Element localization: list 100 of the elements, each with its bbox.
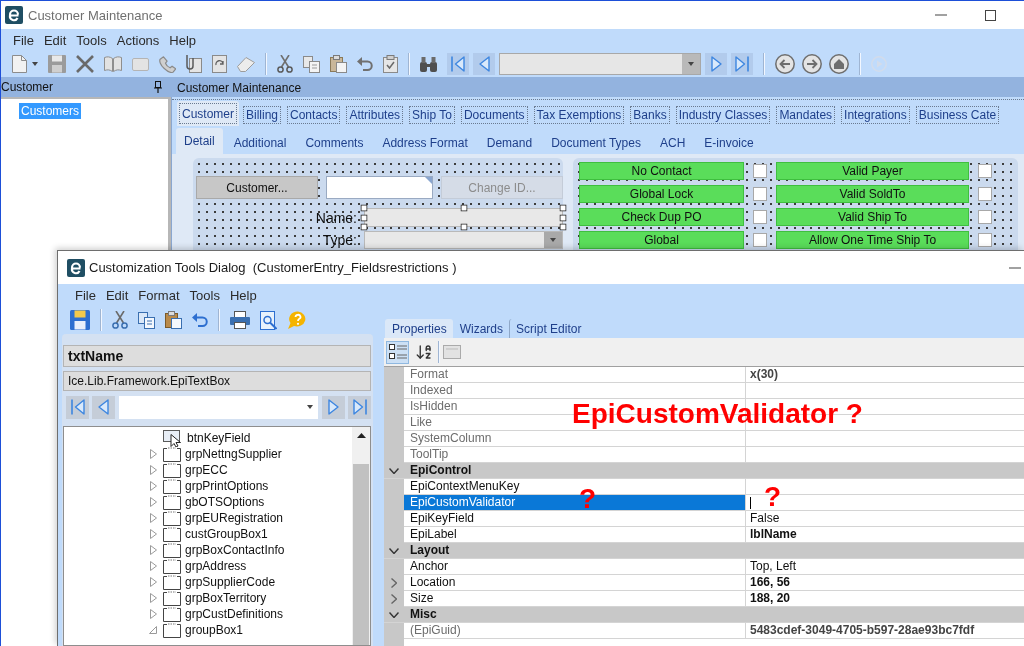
menu-item[interactable]: File [13,32,34,48]
menu-item[interactable]: File [75,287,96,303]
paste-icon[interactable] [165,311,182,329]
first-record-button[interactable] [447,53,469,75]
dropdown-button[interactable] [682,54,700,74]
document-refresh-icon[interactable] [212,55,227,73]
flag-button[interactable]: Valid Ship To [776,208,969,226]
tab[interactable]: Banks [628,104,672,126]
tab[interactable]: Industry Classes [673,104,773,126]
checkbox[interactable] [753,164,767,178]
chevron-down-icon[interactable] [389,547,399,554]
scroll-thumb[interactable] [353,464,369,645]
pin-icon[interactable] [154,81,162,93]
previous-control-button[interactable] [92,395,115,419]
tree-item[interactable]: grpECC [185,463,228,477]
tree-item[interactable]: grpEURegistration [185,511,284,525]
property-name[interactable]: EpiLabel [404,527,463,542]
expand-arrow-icon[interactable] [149,577,157,587]
help-icon[interactable] [287,311,307,329]
resize-handle-icon[interactable] [360,223,368,231]
flag-button[interactable]: Valid SoldTo [776,185,969,203]
tree-item[interactable]: grpPrintOptions [185,479,269,493]
tree-item[interactable]: grpBoxContactInfo [185,543,285,557]
expand-arrow-icon[interactable] [149,593,157,603]
tree-item[interactable]: grpBoxTerritory [185,591,267,605]
property-name[interactable]: ToolTip [404,447,455,462]
checkbox[interactable] [978,233,992,247]
flag-button[interactable]: Global [579,231,744,249]
tree-item[interactable]: grpNettngSupplier [185,447,282,461]
input-field[interactable] [364,208,563,227]
tab[interactable]: Demand [478,132,541,154]
paste-icon[interactable] [330,55,347,73]
property-name[interactable]: Indexed [404,383,459,398]
tab[interactable]: Wizards [452,319,510,338]
paperclip-document-icon[interactable] [186,55,202,73]
view-button[interactable] [386,340,409,364]
resize-handle-icon[interactable] [559,223,567,231]
binoculars-icon[interactable] [420,56,437,72]
expand-arrow-icon[interactable] [149,497,157,507]
menu-item[interactable]: Help [169,32,197,48]
tab[interactable]: E-invoice [696,132,762,154]
flag-button[interactable]: Valid Payer [776,162,969,180]
chevron-down-icon[interactable] [389,611,399,618]
tab[interactable]: Detail [176,128,223,154]
save-icon[interactable] [70,310,90,330]
scrollbar[interactable] [352,427,370,645]
control-select-field[interactable] [119,395,318,419]
expand-arrow-icon[interactable] [149,465,157,475]
copy-icon[interactable] [303,55,320,73]
expand-arrow-icon[interactable] [149,449,157,459]
tab[interactable]: Billing [241,104,284,126]
chevron-down-icon[interactable] [389,467,399,474]
tab[interactable]: Contacts [285,104,343,126]
flag-button[interactable]: Check Dup PO [579,208,744,226]
expand-arrow-icon[interactable] [149,513,157,523]
resize-handle-icon[interactable] [559,204,567,212]
tab[interactable]: Documents [458,104,530,126]
tab[interactable]: Document Types [543,132,649,154]
resize-handle-icon[interactable] [559,214,567,221]
menu-item[interactable]: Actions [116,32,160,48]
tree-item[interactable]: custGroupBox1 [185,527,268,541]
record-search-field[interactable] [499,53,701,75]
resize-handle-icon[interactable] [460,223,467,231]
maximize-icon[interactable] [985,9,996,21]
next-record-button[interactable] [705,53,727,75]
home-icon[interactable] [829,54,849,74]
menu-item[interactable]: Tools [76,32,107,48]
tree-item[interactable]: grpSupplierCode [185,575,276,589]
menu-item[interactable]: Format [138,287,180,303]
customer-button[interactable]: Customer... [196,176,318,199]
property-name[interactable]: Like [404,415,438,430]
property-name[interactable]: IsHidden [404,399,464,414]
save-icon[interactable] [48,55,66,73]
tab[interactable]: Comments [297,132,372,154]
checkbox[interactable] [753,187,767,201]
property-name[interactable]: Size [404,591,440,606]
property-name[interactable]: EpiContextMenuKey [404,479,526,494]
tree-item[interactable]: btnKeyField [187,431,251,445]
tab[interactable]: ACH [651,132,694,154]
first-control-button[interactable] [66,395,89,419]
cut-icon[interactable] [277,55,293,73]
copy-icon[interactable] [138,311,155,329]
phone-icon[interactable] [159,55,176,73]
menu-item[interactable]: Help [229,287,257,303]
flag-button[interactable]: Global Lock [579,185,744,203]
note-icon[interactable] [132,57,149,71]
clipboard-check-icon[interactable] [383,55,398,73]
eraser-icon[interactable] [237,56,255,72]
resize-handle-icon[interactable] [360,204,368,212]
tab[interactable]: Address Format [374,132,476,154]
expand-arrow-icon[interactable] [149,609,157,619]
cut-icon[interactable] [112,311,128,329]
tab[interactable]: Mandates [774,104,838,126]
dropdown-button[interactable] [544,232,562,248]
minimize-icon[interactable] [1009,266,1021,269]
delete-icon[interactable] [76,55,94,73]
combo-field[interactable] [364,231,563,249]
book-icon[interactable] [104,56,122,72]
chevron-right-icon[interactable] [391,578,397,588]
tab[interactable]: Customer [177,101,239,126]
